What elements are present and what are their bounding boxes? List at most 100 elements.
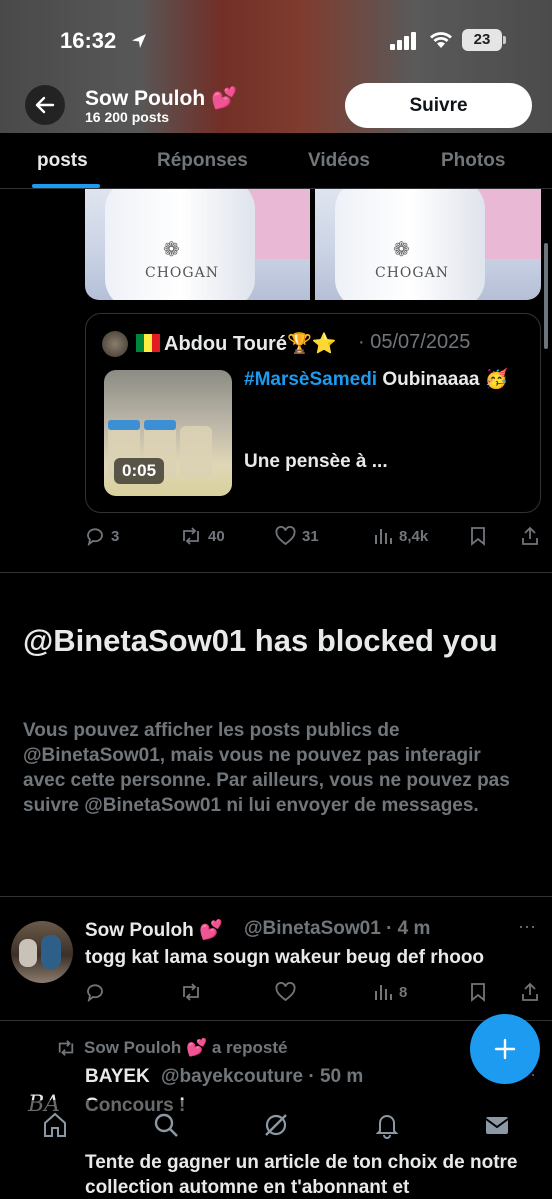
repost-indicator: Sow Pouloh 💕 a reposté [56,1038,287,1058]
like-count: 31 [302,527,319,545]
reposted-by-text: Sow Pouloh 💕 a reposté [84,1038,288,1057]
repost-icon [183,983,199,1001]
messages-tab[interactable] [482,1110,512,1140]
profile-header-banner: 16:32 23 Sow Pouloh 💕 16 200 posts Suivr… [0,0,552,133]
profile-name: Sow Pouloh 💕 [85,87,238,110]
post-text-continuation: Tente de gagner un article de ton choix … [85,1152,518,1198]
like-button[interactable] [275,982,296,1002]
home-tab[interactable] [40,1110,70,1140]
views-button[interactable]: 8 [373,982,407,1002]
post-image-1[interactable]: ❁ CHOGAN [85,189,310,300]
envelope-icon [485,1117,509,1134]
reply-count: 3 [111,527,120,545]
jar-lid-shape [144,420,176,430]
tab-videos[interactable]: Vidéos [308,150,370,172]
video-duration: 0:05 [114,458,165,484]
search-icon [154,1113,178,1137]
quoted-text-body: Oubinaaaa 🥳 [377,369,509,390]
tab-replies[interactable]: Réponses [157,150,248,172]
repost-icon [58,1040,74,1056]
home-icon [44,1112,66,1137]
flower-logo-icon: ❁ [393,239,410,261]
author-handle: @BinetaSow01 · 4 m [244,918,431,939]
bottle-brand-text: CHOGAN [145,265,219,281]
divider [0,1020,552,1021]
arrow-left-icon [35,96,55,114]
signal-icon [390,32,416,50]
blocked-title: @BinetaSow01 has blocked you [23,623,498,658]
bottle-shape [335,189,485,300]
tab-posts[interactable]: posts [37,150,88,172]
reply-button[interactable]: 3 [85,526,119,546]
repost-icon [183,527,199,545]
quoted-video-thumbnail[interactable]: 0:05 [104,370,232,496]
views-button[interactable]: 8,4k [373,526,428,546]
grok-icon [265,1114,287,1136]
bell-icon [375,1115,399,1139]
battery-icon: 23 [462,29,506,51]
post-text: togg kat lama sougn wakeur beug def rhoo… [85,947,485,968]
bottle-shape [105,189,255,300]
quoted-text-continuation: Une pensèe à ... [244,451,388,472]
author-name[interactable]: Sow Pouloh 💕 [85,918,223,942]
person-shape [19,939,37,967]
notifications-tab[interactable] [372,1110,402,1140]
post-actions: 8 [85,982,545,1008]
quoted-avatar [102,331,128,357]
repost-button[interactable] [180,982,202,1002]
compose-button[interactable] [470,1014,540,1084]
flower-logo-icon: ❁ [163,239,180,261]
divider [0,896,552,897]
plus-icon [494,1038,516,1060]
status-time: 16:32 [60,28,117,53]
bookmark-button[interactable] [469,526,487,546]
quoted-text: #MarsèSamedi Oubinaaaa 🥳 [244,367,534,393]
back-button[interactable] [25,85,65,125]
post-image-2[interactable]: ❁ CHOGAN [315,189,541,300]
heart-icon [275,982,296,1002]
avatar[interactable] [11,921,73,983]
reply-icon [87,528,103,546]
views-chart-icon [375,985,392,1000]
share-icon [522,982,538,1001]
quoted-post-card[interactable]: Abdou Touré🏆⭐ · 05/07/2025 0:05 #MarsèSa… [85,313,541,513]
tab-photos[interactable]: Photos [441,150,505,172]
bookmark-icon [471,527,485,546]
grok-tab[interactable] [261,1110,291,1140]
bottle-brand-text: CHOGAN [375,265,449,281]
heart-icon [275,526,296,546]
senegal-flag-icon [136,334,160,352]
post-actions: 3 40 31 8,4k [85,526,545,552]
view-count: 8 [399,983,408,1001]
share-button[interactable] [520,526,540,546]
bookmark-button[interactable] [469,982,487,1002]
person-shape [41,935,61,969]
view-count: 8,4k [399,527,429,545]
reply-button[interactable] [85,982,105,1002]
profile-post-count: 16 200 posts [85,109,170,125]
jar-lid-shape [108,420,140,430]
follow-button[interactable]: Suivre [345,83,532,128]
scrollbar[interactable] [544,243,548,349]
repost-button[interactable]: 40 [180,526,225,546]
share-icon [522,526,538,545]
divider [0,572,552,573]
more-options-icon[interactable]: ··· [518,916,536,937]
status-bar: 16:32 23 [0,24,552,60]
quoted-author-name: Abdou Touré🏆⭐ [164,333,337,355]
active-tab-indicator [32,184,100,188]
views-chart-icon [375,529,392,544]
location-arrow-icon [132,34,146,48]
bottom-navigation [0,1100,552,1150]
share-button[interactable] [520,982,540,1002]
reply-icon [87,984,103,1002]
search-tab[interactable] [151,1110,181,1140]
hashtag-link[interactable]: #MarsèSamedi [244,369,377,390]
like-button[interactable]: 31 [275,526,319,546]
repost-count: 40 [208,527,225,545]
quoted-post-date: · 05/07/2025 [358,331,471,353]
blocked-description: Vous pouvez afficher les posts publics d… [23,720,510,816]
author-name[interactable]: BAYEK [85,1066,150,1088]
author-handle: @bayekcouture · 50 m [161,1066,364,1087]
profile-tabs: posts Réponses Vidéos Photos [0,133,552,189]
